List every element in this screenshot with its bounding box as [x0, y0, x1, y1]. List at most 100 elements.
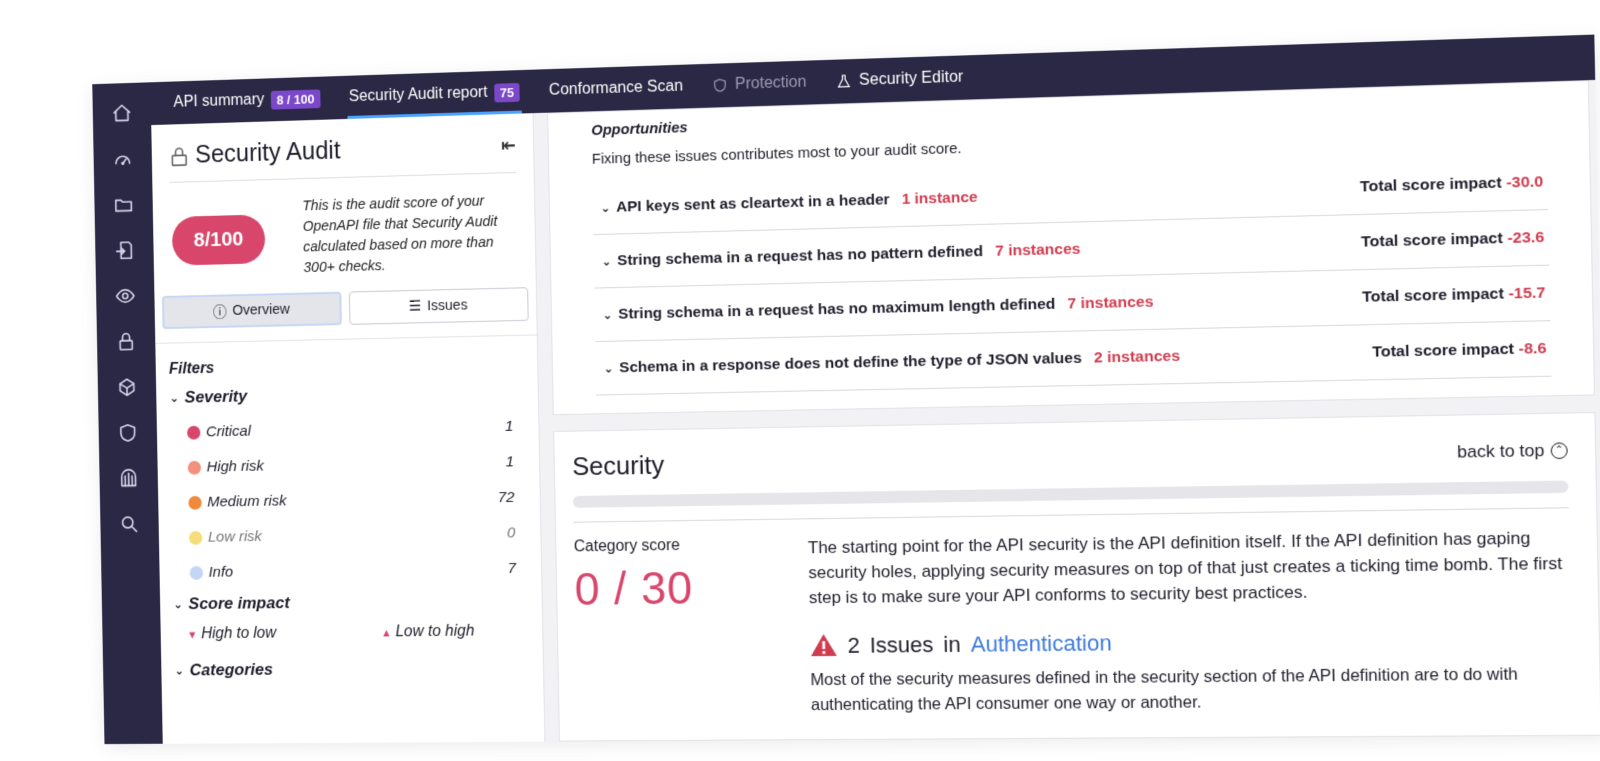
- import-icon[interactable]: [108, 233, 141, 267]
- opportunity-impact: Total score impact -8.6: [1372, 339, 1547, 361]
- tab-label: Conformance Scan: [549, 78, 683, 100]
- severity-count: 0: [507, 525, 516, 543]
- opportunity-instances: 7 instances: [1067, 293, 1153, 313]
- shield-icon[interactable]: [112, 416, 145, 450]
- severity-left: Critical: [187, 423, 251, 442]
- authentication-link[interactable]: Authentication: [970, 630, 1112, 657]
- opportunity-left: ⌄ Schema in a response does not define th…: [603, 347, 1180, 377]
- security-title: Security: [572, 450, 664, 482]
- sort-high-to-low[interactable]: ▼ High to low: [187, 625, 276, 643]
- severity-filter-row[interactable]: Info 7: [172, 551, 526, 591]
- filters-section: Filters ⌄ Severity Critical 1 High risk 1 Me…: [155, 334, 543, 680]
- opportunity-impact: Total score impact -23.6: [1361, 228, 1545, 251]
- search-icon[interactable]: [113, 508, 146, 542]
- severity-list: Critical 1 High risk 1 Medium risk 72 Low risk…: [170, 409, 526, 591]
- score-description: This is the audit score of your OpenAPI …: [302, 191, 520, 279]
- severity-left: Low risk: [189, 528, 262, 547]
- impact-value: -30.0: [1506, 173, 1543, 191]
- severity-count: 72: [498, 489, 515, 507]
- sort-low-to-high[interactable]: ▲ Low to high: [381, 623, 474, 642]
- severity-label: Medium risk: [207, 493, 287, 512]
- severity-filter-row[interactable]: Medium risk 72: [171, 480, 524, 521]
- category-score-value: 0 / 30: [574, 559, 809, 615]
- folder-icon[interactable]: [107, 188, 140, 222]
- main-content: Opportunities Fixing these issues contri…: [547, 80, 1600, 742]
- issues-count: 2: [847, 632, 860, 657]
- warning-icon: [810, 632, 838, 658]
- sort-high-label: High to low: [201, 625, 276, 642]
- chevron-down-icon: ⌄: [174, 664, 184, 678]
- opportunity-impact: Total score impact -15.7: [1362, 284, 1546, 307]
- severity-dot-icon: [188, 496, 201, 510]
- severity-count: 7: [507, 560, 516, 578]
- eye-icon[interactable]: [109, 279, 142, 313]
- tab-label: API summary: [173, 91, 264, 111]
- opportunity-instances: 2 instances: [1094, 347, 1180, 367]
- count-badge: 75: [494, 82, 520, 102]
- category-score-label: Category score: [574, 535, 808, 556]
- opportunity-left: ⌄ API keys sent as cleartext in a header 1…: [600, 188, 977, 216]
- lock-icon: [169, 144, 190, 168]
- collapse-panel-icon[interactable]: ⇤: [501, 135, 516, 156]
- opportunity-left: ⌄ String schema in a request has no maxim…: [602, 293, 1153, 324]
- severity-count: 1: [505, 418, 514, 436]
- home-icon[interactable]: [106, 96, 139, 130]
- sort-low-label: Low to high: [395, 623, 474, 641]
- chevron-down-icon: ⌄: [603, 361, 613, 375]
- back-to-top-link[interactable]: back to top ⌃: [1457, 440, 1568, 462]
- severity-toggle[interactable]: ⌄ Severity: [169, 381, 522, 408]
- tab-security-editor[interactable]: Security Editor: [834, 55, 966, 103]
- dashboard-icon[interactable]: [106, 142, 139, 176]
- audit-side-panel: Security Audit ⇤ 8/100 This is the audit…: [151, 113, 545, 744]
- chevron-up-circle-icon: ⌃: [1551, 442, 1568, 459]
- issues-description: Most of the security measures defined in…: [810, 662, 1573, 718]
- info-circle-icon: ⓘ: [213, 301, 227, 322]
- opportunities-card: Opportunities Fixing these issues contri…: [547, 80, 1595, 415]
- categories-title: Categories: [190, 660, 274, 680]
- chevron-down-icon: ⌄: [169, 391, 179, 405]
- tab-api-summary[interactable]: API summary 8 / 100: [171, 77, 322, 125]
- issues-button[interactable]: ☰ Issues: [348, 287, 528, 325]
- lock-icon[interactable]: [110, 325, 143, 359]
- security-header: Security back to top ⌃: [572, 434, 1568, 482]
- impact-label: Total score impact: [1372, 340, 1514, 360]
- score-impact-title: Score impact: [188, 593, 290, 614]
- impact-value: -8.6: [1518, 339, 1546, 357]
- category-progress-bar: [573, 480, 1569, 507]
- firewall-icon[interactable]: [112, 462, 145, 496]
- issues-in: in: [943, 631, 961, 656]
- severity-filter-row[interactable]: Low risk 0: [172, 516, 525, 556]
- severity-dot-icon: [188, 461, 201, 475]
- tab-label: Security Audit report: [349, 84, 488, 106]
- severity-dot-icon: [187, 426, 200, 440]
- security-body: Category score 0 / 30 The starting point…: [574, 525, 1573, 720]
- chevron-down-icon: ⌄: [601, 254, 611, 268]
- tab-security-audit-report[interactable]: Security Audit report 75: [347, 70, 523, 119]
- panel-title: Security Audit: [169, 137, 341, 170]
- panel-title-text: Security Audit: [195, 137, 341, 170]
- opportunity-instances: 7 instances: [995, 240, 1081, 260]
- divider: [573, 507, 1568, 522]
- severity-label: Info: [208, 564, 233, 582]
- severity-left: High risk: [188, 458, 264, 477]
- severity-left: Info: [190, 564, 234, 582]
- opportunity-title: String schema in a request has no maximu…: [618, 295, 1055, 323]
- view-toggle: ⓘ Overview ☰ Issues: [154, 273, 536, 329]
- tab-protection[interactable]: Protection: [710, 61, 809, 108]
- score-impact-toggle[interactable]: ⌄ Score impact: [173, 591, 526, 615]
- tab-conformance-scan[interactable]: Conformance Scan: [547, 65, 686, 113]
- score-badge: 8 / 100: [271, 89, 321, 109]
- opportunities-list: ⌄ API keys sent as cleartext in a header 1…: [592, 155, 1551, 396]
- severity-filter-row[interactable]: High risk 1: [170, 444, 523, 485]
- overview-button[interactable]: ⓘ Overview: [162, 292, 341, 329]
- severity-title: Severity: [184, 387, 247, 408]
- filters-title: Filters: [169, 354, 522, 379]
- impact-value: -15.7: [1508, 284, 1546, 302]
- issues-heading: 2 Issues in Authentication: [810, 625, 1572, 659]
- opportunity-instances: 1 instance: [901, 188, 977, 208]
- impact-value: -23.6: [1507, 228, 1545, 246]
- opportunity-left: ⌄ String schema in a request has no patte…: [601, 240, 1080, 270]
- chevron-down-icon: ⌄: [600, 200, 610, 214]
- categories-toggle[interactable]: ⌄ Categories: [174, 658, 527, 681]
- cube-icon[interactable]: [111, 370, 144, 404]
